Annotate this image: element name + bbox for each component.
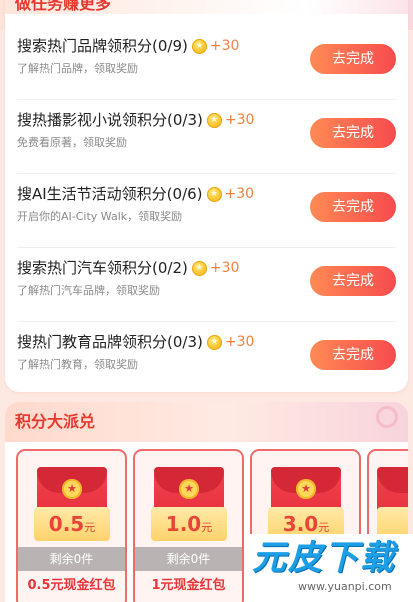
complete-task-button[interactable]: 去完成 — [310, 118, 396, 148]
task-title-row: 搜AI生活节活动领积分(0/6) +30 — [17, 184, 254, 204]
prize-amount-value: 0.5 — [48, 512, 85, 536]
watermark-logo-text: 元皮下载 — [252, 538, 396, 578]
prize-amount-unit: 元 — [84, 521, 96, 534]
prize-card[interactable]: ★ 1.0元 剩余0件 1元现金红包 — [133, 449, 244, 602]
task-title: 搜索热门品牌领积分(0/9) — [17, 37, 188, 55]
task-points: +30 — [224, 186, 255, 202]
redeem-section-title: 积分大派兑 — [15, 412, 96, 431]
task-subtitle: 免费看原著，领取奖励 — [17, 136, 127, 149]
complete-task-button[interactable]: 去完成 — [310, 266, 396, 296]
task-item: 搜索热门品牌领积分(0/9) +30 了解热门品牌，领取奖励 去完成 — [5, 26, 408, 100]
redeem-section-header: 积分大派兑 — [5, 402, 408, 442]
task-title: 搜AI生活节活动领积分(0/6) — [17, 185, 203, 203]
task-title-row: 搜索热门品牌领积分(0/9) +30 — [17, 36, 239, 56]
task-title-row: 搜索热门汽车领积分(0/2) +30 — [17, 258, 239, 278]
task-points: +30 — [224, 334, 255, 350]
task-subtitle: 开启你的AI-City Walk，领取奖励 — [17, 210, 183, 223]
prize-amount-unit: 元 — [201, 521, 213, 534]
watermark-url: www.yuanpi.com — [298, 580, 392, 593]
decorative-ring-icon — [376, 406, 398, 428]
prize-stock: 剩余0件 — [135, 547, 242, 571]
star-seal-icon: ★ — [62, 479, 82, 499]
task-section-title: 做任务赚更多 — [15, 0, 112, 13]
prize-stock: 剩余0件 — [18, 547, 125, 571]
task-section-card: 做任务赚更多 搜索热门品牌领积分(0/9) +30 了解热门品牌，领取奖励 去完… — [5, 0, 408, 392]
complete-task-button[interactable]: 去完成 — [310, 44, 396, 74]
task-title-row: 搜热播影视小说领积分(0/3) +30 — [17, 110, 254, 130]
prize-name: 1元现金红包 — [151, 578, 226, 593]
gold-coin-icon — [206, 112, 222, 128]
task-subtitle: 了解热门汽车品牌，领取奖励 — [17, 284, 160, 297]
task-points: +30 — [224, 112, 255, 128]
task-title-row: 搜热门教育品牌领积分(0/3) +30 — [17, 332, 254, 352]
complete-task-button[interactable]: 去完成 — [310, 192, 396, 222]
task-subtitle: 了解热门品牌，领取奖励 — [17, 62, 138, 75]
star-seal-icon: ★ — [179, 479, 199, 499]
prize-amount-value: 1.0 — [165, 512, 202, 536]
prize-amount-unit: 元 — [318, 521, 330, 534]
task-section-header: 做任务赚更多 — [5, 0, 408, 14]
task-points: +30 — [209, 38, 240, 54]
prize-amount: 1.0元 — [151, 507, 227, 541]
gold-coin-icon — [191, 38, 207, 54]
complete-task-button[interactable]: 去完成 — [310, 340, 396, 370]
star-seal-icon: ★ — [296, 479, 316, 499]
gold-coin-icon — [191, 260, 207, 276]
gold-coin-icon — [206, 186, 222, 202]
gold-coin-icon — [206, 334, 222, 350]
task-item: 搜热播影视小说领积分(0/3) +30 免费看原著，领取奖励 去完成 — [5, 100, 408, 174]
task-title: 搜索热门汽车领积分(0/2) — [17, 259, 188, 277]
site-watermark: 元皮下载 www.yuanpi.com — [244, 534, 413, 602]
envelope-flap — [377, 467, 408, 493]
task-title: 搜热播影视小说领积分(0/3) — [17, 111, 203, 129]
task-item: 搜热门教育品牌领积分(0/3) +30 了解热门教育，领取奖励 去完成 — [5, 322, 408, 392]
task-subtitle: 了解热门教育，领取奖励 — [17, 358, 138, 371]
task-item: 搜索热门汽车领积分(0/2) +30 了解热门汽车品牌，领取奖励 去完成 — [5, 248, 408, 322]
prize-card[interactable]: ★ 0.5元 剩余0件 0.5元现金红包 — [16, 449, 127, 602]
task-title: 搜热门教育品牌领积分(0/3) — [17, 333, 203, 351]
task-item: 搜AI生活节活动领积分(0/6) +30 开启你的AI-City Walk，领取… — [5, 174, 408, 248]
prize-amount: 0.5元 — [34, 507, 110, 541]
prize-amount-value: 3.0 — [282, 512, 319, 536]
prize-name: 0.5元现金红包 — [27, 578, 116, 593]
task-points: +30 — [209, 260, 240, 276]
